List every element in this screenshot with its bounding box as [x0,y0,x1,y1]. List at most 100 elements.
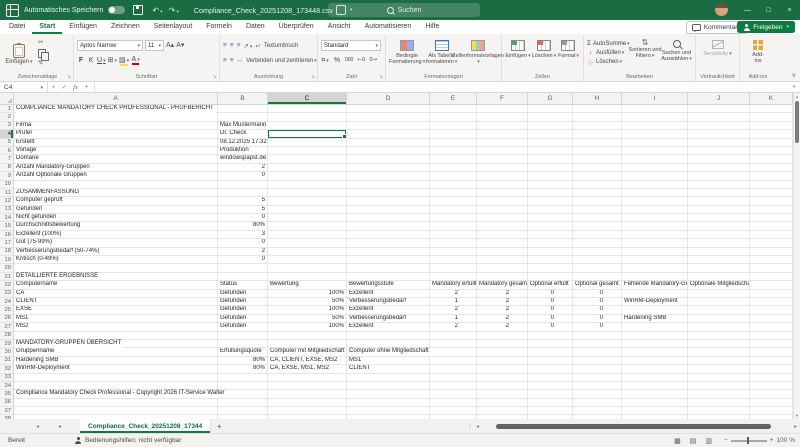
row-header-14[interactable]: 14 [0,214,14,222]
cell-I24[interactable]: WinRM-Deployment [622,298,688,306]
cell-E2[interactable] [430,113,477,121]
cell-H10[interactable] [573,181,622,189]
cell-H32[interactable] [573,365,622,373]
cell-J8[interactable] [688,164,750,172]
cell-B6[interactable]: Produktion [218,147,268,155]
cell-A11[interactable]: ZUSAMMENFASSUNG [14,189,218,197]
cell-I30[interactable] [622,348,688,356]
cell-K21[interactable] [750,273,793,281]
cell-B9[interactable]: 0 [218,172,268,180]
cell-F5[interactable] [477,139,528,147]
cell-G4[interactable] [528,130,573,138]
cell-K11[interactable] [750,189,793,197]
cell-B1[interactable] [218,105,268,113]
cell-F20[interactable] [477,264,528,272]
cell-H27[interactable]: 0 [573,323,622,331]
column-header-D[interactable]: D [347,93,430,105]
cell-J23[interactable] [688,290,750,298]
cell-E31[interactable] [430,357,477,365]
horizontal-scroll-track[interactable] [482,422,791,430]
cell-C18[interactable] [268,248,347,256]
cell-H33[interactable] [573,374,622,382]
tab-ansicht[interactable]: Ansicht [321,20,358,34]
cell-F23[interactable]: 2 [477,290,528,298]
column-header-E[interactable]: E [430,93,477,105]
cell-H35[interactable] [573,390,622,398]
cell-H29[interactable] [573,340,622,348]
cell-E20[interactable] [430,264,477,272]
cell-E9[interactable] [430,172,477,180]
cell-B30[interactable]: Erfüllungsquote [218,348,268,356]
scroll-down-icon[interactable]: ▼ [794,413,800,418]
cell-B23[interactable]: Gefunden [218,290,268,298]
cell-G11[interactable] [528,189,573,197]
avatar[interactable] [715,3,728,16]
cell-H15[interactable] [573,222,622,230]
cell-E8[interactable] [430,164,477,172]
cell-B18[interactable]: 2 [218,248,268,256]
tab-hilfe[interactable]: Hilfe [418,20,446,34]
cell-G14[interactable] [528,214,573,222]
cell-K18[interactable] [750,248,793,256]
cell-H18[interactable] [573,248,622,256]
row-header-24[interactable]: 24 [0,298,14,306]
cell-D2[interactable] [347,113,430,121]
row-header-2[interactable]: 2 [0,113,14,121]
cell-A13[interactable]: Gefunden [14,206,218,214]
cell-C2[interactable] [268,113,347,121]
cell-K26[interactable] [750,315,793,323]
cell-I29[interactable] [622,340,688,348]
cell-F29[interactable] [477,340,528,348]
cell-A6[interactable]: Vorlage [14,147,218,155]
cell-G36[interactable] [528,399,573,407]
cell-F33[interactable] [477,374,528,382]
maximize-button[interactable]: □ [758,0,779,20]
column-header-G[interactable]: G [528,93,573,105]
row-header-3[interactable]: 3 [0,122,14,130]
cell-K9[interactable] [750,172,793,180]
cell-J15[interactable] [688,222,750,230]
cell-D33[interactable] [347,374,430,382]
comma-format-button[interactable]: 000 [345,56,353,65]
cell-H3[interactable] [573,122,622,130]
tab-seitenlayout[interactable]: Seitenlayout [147,20,200,34]
cell-C30[interactable]: Computer mit Mitgliedschaft [268,348,347,356]
cell-B21[interactable] [218,273,268,281]
cell-H21[interactable] [573,273,622,281]
cell-J29[interactable] [688,340,750,348]
cell-K2[interactable] [750,113,793,121]
cell-J32[interactable] [688,365,750,373]
cell-K28[interactable] [750,332,793,340]
row-header-18[interactable]: 18 [0,248,14,256]
cell-F25[interactable]: 2 [477,306,528,314]
page-layout-view-button[interactable]: ▤ [690,437,697,445]
cell-G28[interactable] [528,332,573,340]
cell-A12[interactable]: Computer geprüft [14,197,218,205]
cell-E36[interactable] [430,399,477,407]
cell-D34[interactable] [347,382,430,390]
cell-G2[interactable] [528,113,573,121]
cell-C8[interactable] [268,164,347,172]
cell-A20[interactable] [14,264,218,272]
cell-A28[interactable] [14,332,218,340]
cell-H19[interactable] [573,256,622,264]
cell-I34[interactable] [622,382,688,390]
cell-B2[interactable] [218,113,268,121]
horizontal-scroll-thumb[interactable] [496,424,771,429]
cell-B20[interactable] [218,264,268,272]
cell-G8[interactable] [528,164,573,172]
cell-I27[interactable] [622,323,688,331]
cell-K17[interactable] [750,239,793,247]
cell-F10[interactable] [477,181,528,189]
cell-B13[interactable]: 5 [218,206,268,214]
cell-K4[interactable] [750,130,793,138]
cell-K20[interactable] [750,264,793,272]
cell-K23[interactable] [750,290,793,298]
cell-H9[interactable] [573,172,622,180]
cell-H14[interactable] [573,214,622,222]
cell-B4[interactable]: Dr. Check [218,130,268,138]
cell-B37[interactable] [218,407,268,415]
cell-D12[interactable] [347,197,430,205]
cell-G37[interactable] [528,407,573,415]
page-break-view-button[interactable]: ▥ [705,437,712,445]
